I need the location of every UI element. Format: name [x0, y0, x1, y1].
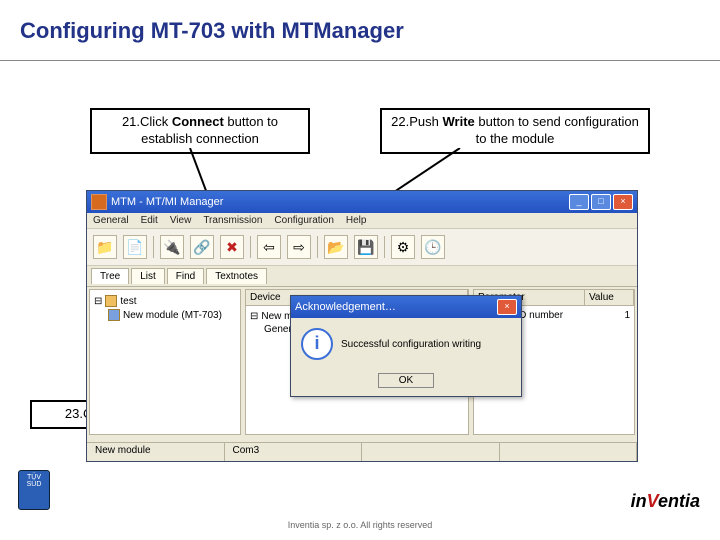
new-icon[interactable]: 📄: [123, 235, 147, 259]
dialog-titlebar[interactable]: Acknowledgement… ×: [291, 296, 521, 318]
divider: [0, 60, 720, 61]
menubar: General Edit View Transmission Configura…: [87, 213, 637, 229]
info-icon: i: [301, 328, 333, 360]
statusbar: New module Com3: [87, 442, 637, 461]
separator: [153, 236, 154, 258]
menu-transmission[interactable]: Transmission: [203, 215, 262, 226]
separator: [250, 236, 251, 258]
tab-row: Tree List Find Textnotes: [87, 266, 637, 287]
tuv-logo: TÜV SÜD: [18, 470, 50, 510]
menu-help[interactable]: Help: [346, 215, 367, 226]
dialog-close-button[interactable]: ×: [497, 299, 517, 315]
callout-22: 22.Push Write button to send configurati…: [380, 108, 650, 154]
folder-icon[interactable]: 📁: [93, 235, 117, 259]
app-titlebar[interactable]: MTM - MT/MI Manager _ □ ×: [87, 191, 637, 213]
tab-list[interactable]: List: [131, 268, 165, 284]
app-title: MTM - MT/MI Manager: [111, 196, 223, 208]
status-c: [362, 443, 500, 461]
separator: [317, 236, 318, 258]
connect-button[interactable]: 🔌: [160, 235, 184, 259]
separator: [384, 236, 385, 258]
defaults-icon[interactable]: ⚙: [391, 235, 415, 259]
maximize-button[interactable]: □: [591, 194, 611, 210]
tree-pane[interactable]: ⊟test New module (MT-703): [89, 289, 241, 435]
status-port: Com3: [225, 443, 363, 461]
value-header: Value: [585, 290, 634, 305]
save-icon[interactable]: 💾: [354, 235, 378, 259]
tab-find[interactable]: Find: [167, 268, 204, 284]
toolbar: 📁 📄 🔌 🔗 ✖ ⇦ ⇨ 📂 💾 ⚙ 🕒: [87, 229, 637, 266]
page-title: Configuring MT-703 with MTManager: [20, 18, 404, 44]
minimize-button[interactable]: _: [569, 194, 589, 210]
read-button[interactable]: ⇦: [257, 235, 281, 259]
status-module: New module: [87, 443, 225, 461]
write-button[interactable]: ⇨: [287, 235, 311, 259]
menu-view[interactable]: View: [170, 215, 192, 226]
disconnect-button[interactable]: 🔗: [190, 235, 214, 259]
footer: Inventia sp. z o.o. All rights reserved: [0, 520, 720, 530]
param-value: 1: [624, 310, 630, 321]
tab-textnotes[interactable]: Textnotes: [206, 268, 267, 284]
ok-button[interactable]: OK: [378, 373, 434, 388]
close-button[interactable]: ×: [613, 194, 633, 210]
inventia-logo: inVentia: [631, 491, 700, 512]
menu-general[interactable]: General: [93, 215, 129, 226]
tab-tree[interactable]: Tree: [91, 268, 129, 284]
callout-21: 21.Click Connect button to establish con…: [90, 108, 310, 154]
status-d: [500, 443, 638, 461]
stop-button[interactable]: ✖: [220, 235, 244, 259]
dialog-title: Acknowledgement…: [295, 301, 396, 313]
menu-configuration[interactable]: Configuration: [274, 215, 333, 226]
app-icon: [91, 194, 107, 210]
dialog-message: Successful configuration writing: [341, 339, 481, 350]
open-icon[interactable]: 📂: [324, 235, 348, 259]
menu-edit[interactable]: Edit: [141, 215, 158, 226]
time-icon[interactable]: 🕒: [421, 235, 445, 259]
ack-dialog: Acknowledgement… × i Successful configur…: [290, 295, 522, 397]
